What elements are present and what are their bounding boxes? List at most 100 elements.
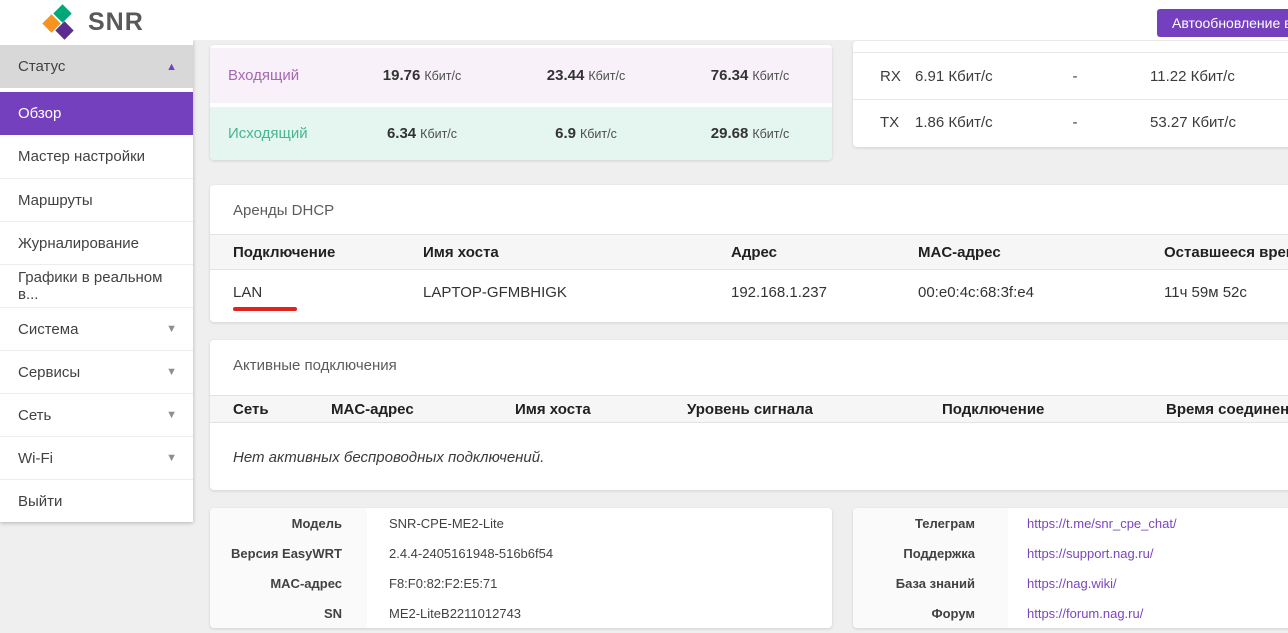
col-uptime: Время соединения [1166, 401, 1288, 418]
active-table-header: Сеть MAC-адрес Имя хоста Уровень сигнала… [210, 395, 1288, 423]
sidebar-item-label: Мастер настройки [18, 148, 145, 165]
telegram-row: Телеграм https://t.me/snr_cpe_chat/ [853, 508, 1288, 538]
dhcp-leases-card: Аренды DHCP Подключение Имя хоста Адрес … [210, 185, 1288, 322]
support-links-card: Телеграм https://t.me/snr_cpe_chat/ Подд… [853, 508, 1288, 628]
knowledge-base-link[interactable]: https://nag.wiki/ [1027, 576, 1117, 591]
rx-dash: - [1055, 68, 1095, 85]
col-address: Адрес [731, 244, 918, 261]
col-connection: Подключение [233, 244, 423, 261]
tx-row: TX 1.86 Кбит/с - 53.27 Кбит/с [853, 99, 1288, 145]
sidebar-item-label: Журналирование [18, 235, 139, 252]
dhcp-card-title: Аренды DHCP [210, 185, 1288, 234]
support-row: Поддержка https://support.nag.ru/ [853, 538, 1288, 568]
outgoing-label: Исходящий [228, 125, 340, 142]
outgoing-rate-2: 6.9Кбит/с [504, 125, 668, 142]
support-link[interactable]: https://support.nag.ru/ [1027, 546, 1153, 561]
sidebar-item-logout[interactable]: Выйти [0, 479, 193, 522]
sidebar-item-system[interactable]: Система ▼ [0, 307, 193, 350]
active-connections-card: Активные подключения Сеть MAC-адрес Имя … [210, 340, 1288, 490]
sidebar-item-label: Графики в реальном в... [18, 269, 177, 303]
sidebar-item-logging[interactable]: Журналирование [0, 221, 193, 264]
device-model-row: Модель SNR-CPE-ME2-Lite [210, 508, 832, 538]
sidebar: Статус ▲ Обзор Мастер настройки Маршруты… [0, 40, 193, 522]
tx-rate-1: 1.86 Кбит/с [915, 114, 1055, 131]
incoming-label: Входящий [228, 67, 340, 84]
outgoing-traffic-row: Исходящий 6.34Кбит/с 6.9Кбит/с 29.68Кбит… [210, 107, 832, 160]
active-card-title: Активные подключения [210, 340, 1288, 395]
sidebar-item-label: Система [18, 321, 78, 338]
device-model-label: Модель [210, 508, 367, 538]
auto-refresh-button[interactable]: Автообновление в [1157, 9, 1288, 37]
dhcp-lease-cell: 11ч 59м 52с [1164, 284, 1288, 301]
sidebar-item-label: Сервисы [18, 364, 80, 381]
device-firmware-row: Версия EasyWRT 2.4.4-2405161948-516b6f54 [210, 538, 832, 568]
device-firmware-label: Версия EasyWRT [210, 538, 367, 568]
chevron-down-icon: ▼ [166, 409, 177, 421]
col-lease-time: Оставшееся время аренды [1164, 244, 1288, 261]
topbar: SNR Автообновление в [0, 0, 1288, 40]
rx-rate-2: 11.22 Кбит/с [1150, 68, 1235, 85]
dhcp-connection-cell: LAN [233, 270, 423, 314]
device-mac-label: MAC-адрес [210, 568, 367, 598]
device-info-card: Модель SNR-CPE-ME2-Lite Версия EasyWRT 2… [210, 508, 832, 628]
tx-dash: - [1055, 114, 1095, 131]
device-mac-value: F8:F0:82:F2:E5:71 [367, 568, 497, 598]
clipped-row [853, 41, 1288, 53]
rx-row: RX 6.91 Кбит/с - 11.22 Кбит/с [853, 53, 1288, 99]
forum-label: Форум [853, 598, 1008, 628]
device-mac-row: MAC-адрес F8:F0:82:F2:E5:71 [210, 568, 832, 598]
outgoing-rate-1: 6.34Кбит/с [340, 125, 504, 142]
device-sn-value: ME2-LiteB2211012743 [367, 598, 521, 628]
col-signal: Уровень сигнала [687, 401, 942, 418]
rx-rate-1: 6.91 Кбит/с [915, 68, 1055, 85]
device-sn-row: SN ME2-LiteB2211012743 [210, 598, 832, 628]
sidebar-item-realtime-graphs[interactable]: Графики в реальном в... [0, 264, 193, 307]
incoming-rate-1: 19.76Кбит/с [340, 67, 504, 84]
forum-link[interactable]: https://forum.nag.ru/ [1027, 606, 1143, 621]
chevron-down-icon: ▼ [166, 366, 177, 378]
chevron-down-icon: ▼ [166, 323, 177, 335]
sidebar-item-label: Статус [18, 58, 65, 75]
telegram-link[interactable]: https://t.me/snr_cpe_chat/ [1027, 516, 1177, 531]
dhcp-mac-cell: 00:e0:4c:68:3f:e4 [918, 284, 1164, 301]
chevron-up-icon: ▲ [166, 61, 177, 73]
sidebar-item-routes[interactable]: Маршруты [0, 178, 193, 221]
rx-label: RX [880, 68, 915, 85]
dhcp-table-header: Подключение Имя хоста Адрес MAC-адрес Ос… [210, 234, 1288, 270]
sidebar-item-label: Сеть [18, 407, 51, 424]
sidebar-item-label: Маршруты [18, 192, 93, 209]
col-connection: Подключение [942, 401, 1166, 418]
support-label: Поддержка [853, 538, 1008, 568]
knowledge-base-label: База знаний [853, 568, 1008, 598]
col-hostname: Имя хоста [515, 401, 687, 418]
traffic-summary-card: Входящий 19.76Кбит/с 23.44Кбит/с 76.34Кб… [210, 45, 832, 160]
telegram-label: Телеграм [853, 508, 1008, 538]
incoming-traffic-row: Входящий 19.76Кбит/с 23.44Кбит/с 76.34Кб… [210, 48, 832, 103]
sidebar-item-setup-wizard[interactable]: Мастер настройки [0, 135, 193, 178]
snr-logo-icon [44, 6, 76, 38]
col-network: Сеть [233, 401, 331, 418]
incoming-rate-2: 23.44Кбит/с [504, 67, 668, 84]
knowledge-base-row: База знаний https://nag.wiki/ [853, 568, 1288, 598]
incoming-rate-3: 76.34Кбит/с [668, 67, 832, 84]
sidebar-item-overview[interactable]: Обзор [0, 92, 193, 135]
col-mac: MAC-адрес [331, 401, 515, 418]
dhcp-table-row: LAN LAPTOP-GFMBHIGK 192.168.1.237 00:e0:… [210, 270, 1288, 314]
dhcp-hostname-cell: LAPTOP-GFMBHIGK [423, 284, 731, 301]
device-sn-label: SN [210, 598, 367, 628]
device-model-value: SNR-CPE-ME2-Lite [367, 508, 504, 538]
annotation-underline [233, 307, 297, 311]
device-firmware-value: 2.4.4-2405161948-516b6f54 [367, 538, 553, 568]
chevron-down-icon: ▼ [166, 452, 177, 464]
dhcp-address-cell: 192.168.1.237 [731, 284, 918, 301]
tx-rate-2: 53.27 Кбит/с [1150, 114, 1236, 131]
tx-label: TX [880, 114, 915, 131]
sidebar-item-status[interactable]: Статус ▲ [0, 45, 193, 88]
sidebar-item-network[interactable]: Сеть ▼ [0, 393, 193, 436]
interface-rxtx-card: RX 6.91 Кбит/с - 11.22 Кбит/с TX 1.86 Кб… [853, 41, 1288, 147]
col-hostname: Имя хоста [423, 244, 731, 261]
sidebar-item-wifi[interactable]: Wi-Fi ▼ [0, 436, 193, 479]
outgoing-rate-3: 29.68Кбит/с [668, 125, 832, 142]
sidebar-item-label: Обзор [18, 105, 61, 122]
sidebar-item-services[interactable]: Сервисы ▼ [0, 350, 193, 393]
